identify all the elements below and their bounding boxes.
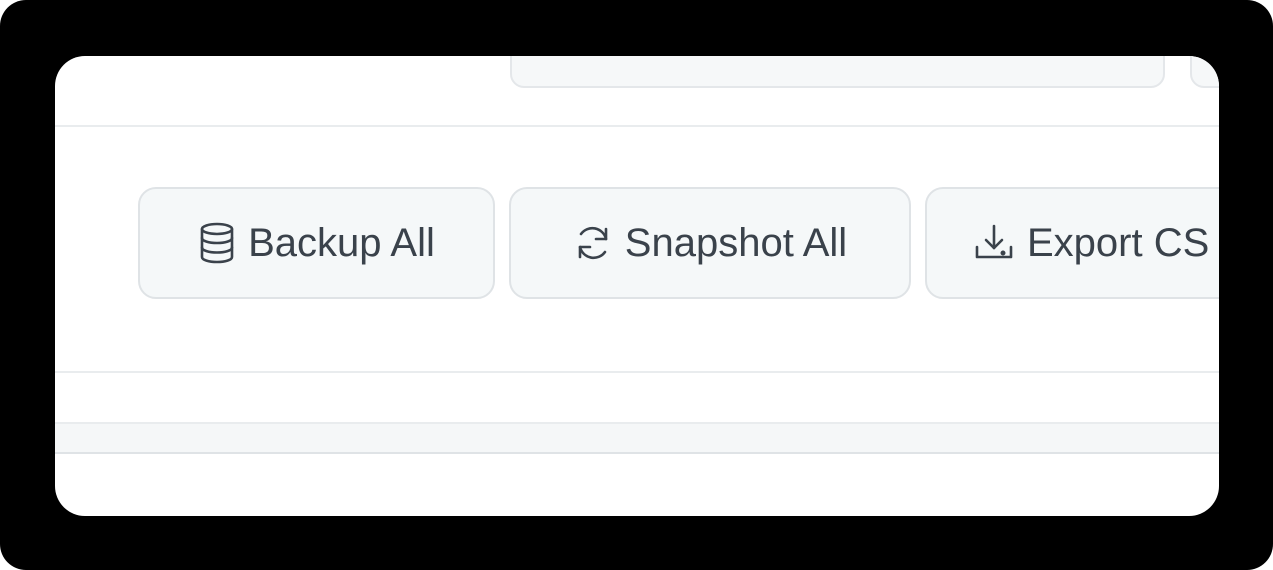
top-secondary-control[interactable] <box>1190 56 1219 88</box>
export-csv-label: Export CS <box>1027 220 1210 265</box>
app-viewport: Backup All Snapshot All Export CS <box>55 56 1219 516</box>
top-input-field[interactable] <box>510 56 1165 88</box>
backup-all-label: Backup All <box>248 220 435 265</box>
export-csv-button[interactable]: Export CS <box>925 187 1219 299</box>
backup-all-button[interactable]: Backup All <box>138 187 495 299</box>
section-divider <box>55 125 1219 127</box>
table-header-band <box>55 422 1219 454</box>
snapshot-all-label: Snapshot All <box>624 220 848 265</box>
download-icon <box>973 223 1015 263</box>
bulk-actions-toolbar: Backup All Snapshot All Export CS <box>138 187 1219 299</box>
screen-frame: Backup All Snapshot All Export CS <box>0 0 1273 570</box>
refresh-icon <box>573 223 613 263</box>
database-icon <box>198 222 236 264</box>
section-divider <box>55 371 1219 373</box>
snapshot-all-button[interactable]: Snapshot All <box>509 187 911 299</box>
